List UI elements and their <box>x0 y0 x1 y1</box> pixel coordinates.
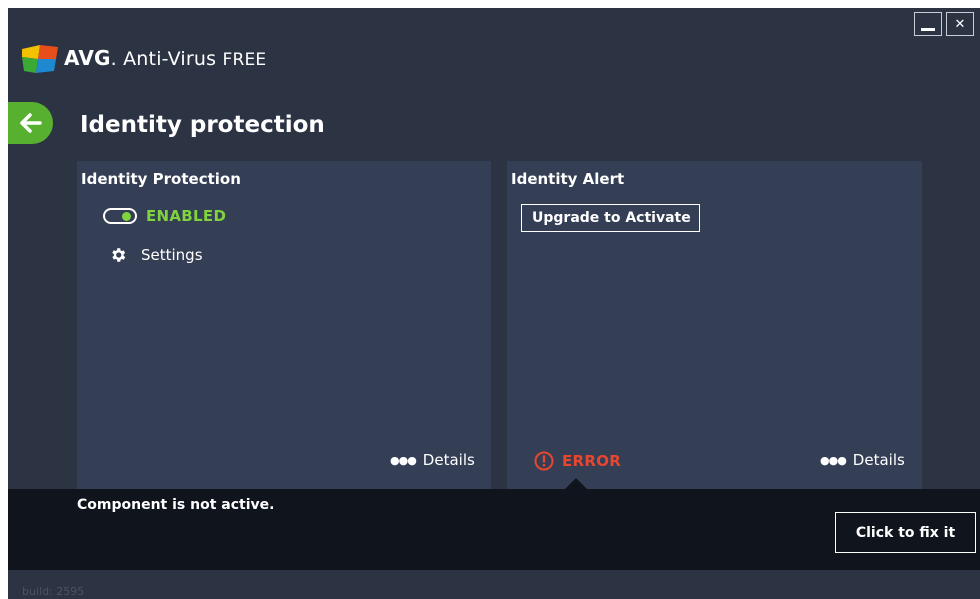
identity-alert-details-link[interactable]: ●●● Details <box>820 451 905 469</box>
identity-protection-toggle[interactable]: ENABLED <box>103 207 226 225</box>
arrow-left-icon <box>19 113 42 133</box>
app-edition: FREE <box>222 50 267 70</box>
click-to-fix-button[interactable]: Click to fix it <box>835 512 976 553</box>
app-brand: AVG <box>64 46 111 70</box>
identity-alert-title: Identity Alert <box>511 170 625 188</box>
identity-protection-details-link[interactable]: ●●● Details <box>390 451 475 469</box>
build-number: build: 2595 <box>22 585 85 598</box>
minimize-icon <box>921 27 935 31</box>
status-bar: Component is not active. Click to fix it <box>8 478 980 570</box>
upgrade-to-activate-button[interactable]: Upgrade to Activate <box>521 204 700 232</box>
identity-protection-panel: Identity Protection ENABLED Settings ●●●… <box>77 161 491 497</box>
identity-alert-panel: Identity Alert Upgrade to Activate ERROR… <box>507 161 922 497</box>
app-window: ✕ AVG. Anti-Virus FREE Identity protecti… <box>8 8 980 599</box>
settings-link[interactable]: Settings <box>109 246 203 264</box>
page-title: Identity protection <box>80 112 325 138</box>
more-dots-icon: ●●● <box>820 453 847 467</box>
error-icon <box>534 451 554 471</box>
minimize-button[interactable] <box>914 12 942 36</box>
app-logo: AVG. Anti-Virus FREE <box>20 41 266 75</box>
error-status: ERROR <box>534 451 621 471</box>
details-label: Details <box>422 451 475 469</box>
identity-protection-title: Identity Protection <box>81 170 241 188</box>
app-name: Anti-Virus <box>123 48 217 70</box>
back-button[interactable] <box>8 102 53 144</box>
toggle-switch-icon <box>103 208 137 224</box>
avg-logo-icon <box>22 45 58 73</box>
gear-icon <box>112 248 126 262</box>
more-dots-icon: ●●● <box>390 453 417 467</box>
details-label: Details <box>852 451 905 469</box>
app-title: AVG. Anti-Virus FREE <box>64 46 267 70</box>
status-pointer <box>565 478 587 489</box>
error-label: ERROR <box>562 452 622 470</box>
close-icon: ✕ <box>954 16 966 32</box>
settings-label: Settings <box>141 246 203 264</box>
close-button[interactable]: ✕ <box>946 12 974 36</box>
status-message: Component is not active. <box>77 497 275 513</box>
enabled-status: ENABLED <box>146 207 227 225</box>
